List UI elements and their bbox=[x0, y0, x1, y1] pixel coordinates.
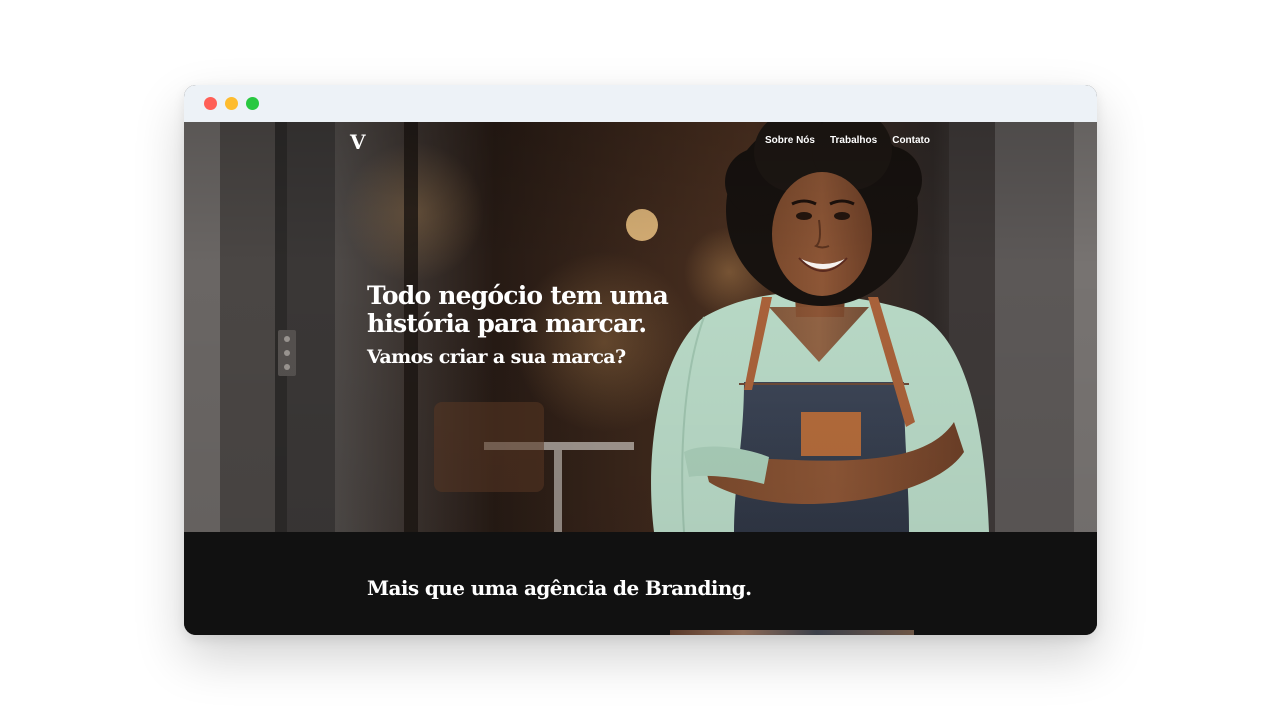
close-window-button[interactable] bbox=[204, 97, 217, 110]
next-image-preview bbox=[670, 630, 914, 635]
nav-sobre-nos-link[interactable]: Sobre Nós bbox=[765, 135, 815, 146]
nav-trabalhos-link[interactable]: Trabalhos bbox=[830, 135, 877, 146]
about-section: Mais que uma agência de Branding. bbox=[184, 532, 1097, 635]
main-nav: Sobre Nós Trabalhos Contato bbox=[765, 135, 930, 146]
nav-contato-link[interactable]: Contato bbox=[892, 135, 930, 146]
hero-banner: V Sobre Nós Trabalhos Contato Todo negóc… bbox=[184, 122, 1097, 532]
hero-text: Todo negócio tem uma história para marca… bbox=[367, 281, 697, 369]
hero-headline: Todo negócio tem uma história para marca… bbox=[367, 281, 669, 338]
browser-window: V Sobre Nós Trabalhos Contato Todo negóc… bbox=[184, 85, 1097, 635]
section-title: Mais que uma agência de Branding. bbox=[367, 576, 752, 600]
minimize-window-button[interactable] bbox=[225, 97, 238, 110]
brand-logo[interactable]: V bbox=[350, 130, 366, 154]
hero-subheadline: Vamos criar a sua marca? bbox=[367, 346, 626, 368]
maximize-window-button[interactable] bbox=[246, 97, 259, 110]
browser-titlebar bbox=[184, 85, 1097, 123]
